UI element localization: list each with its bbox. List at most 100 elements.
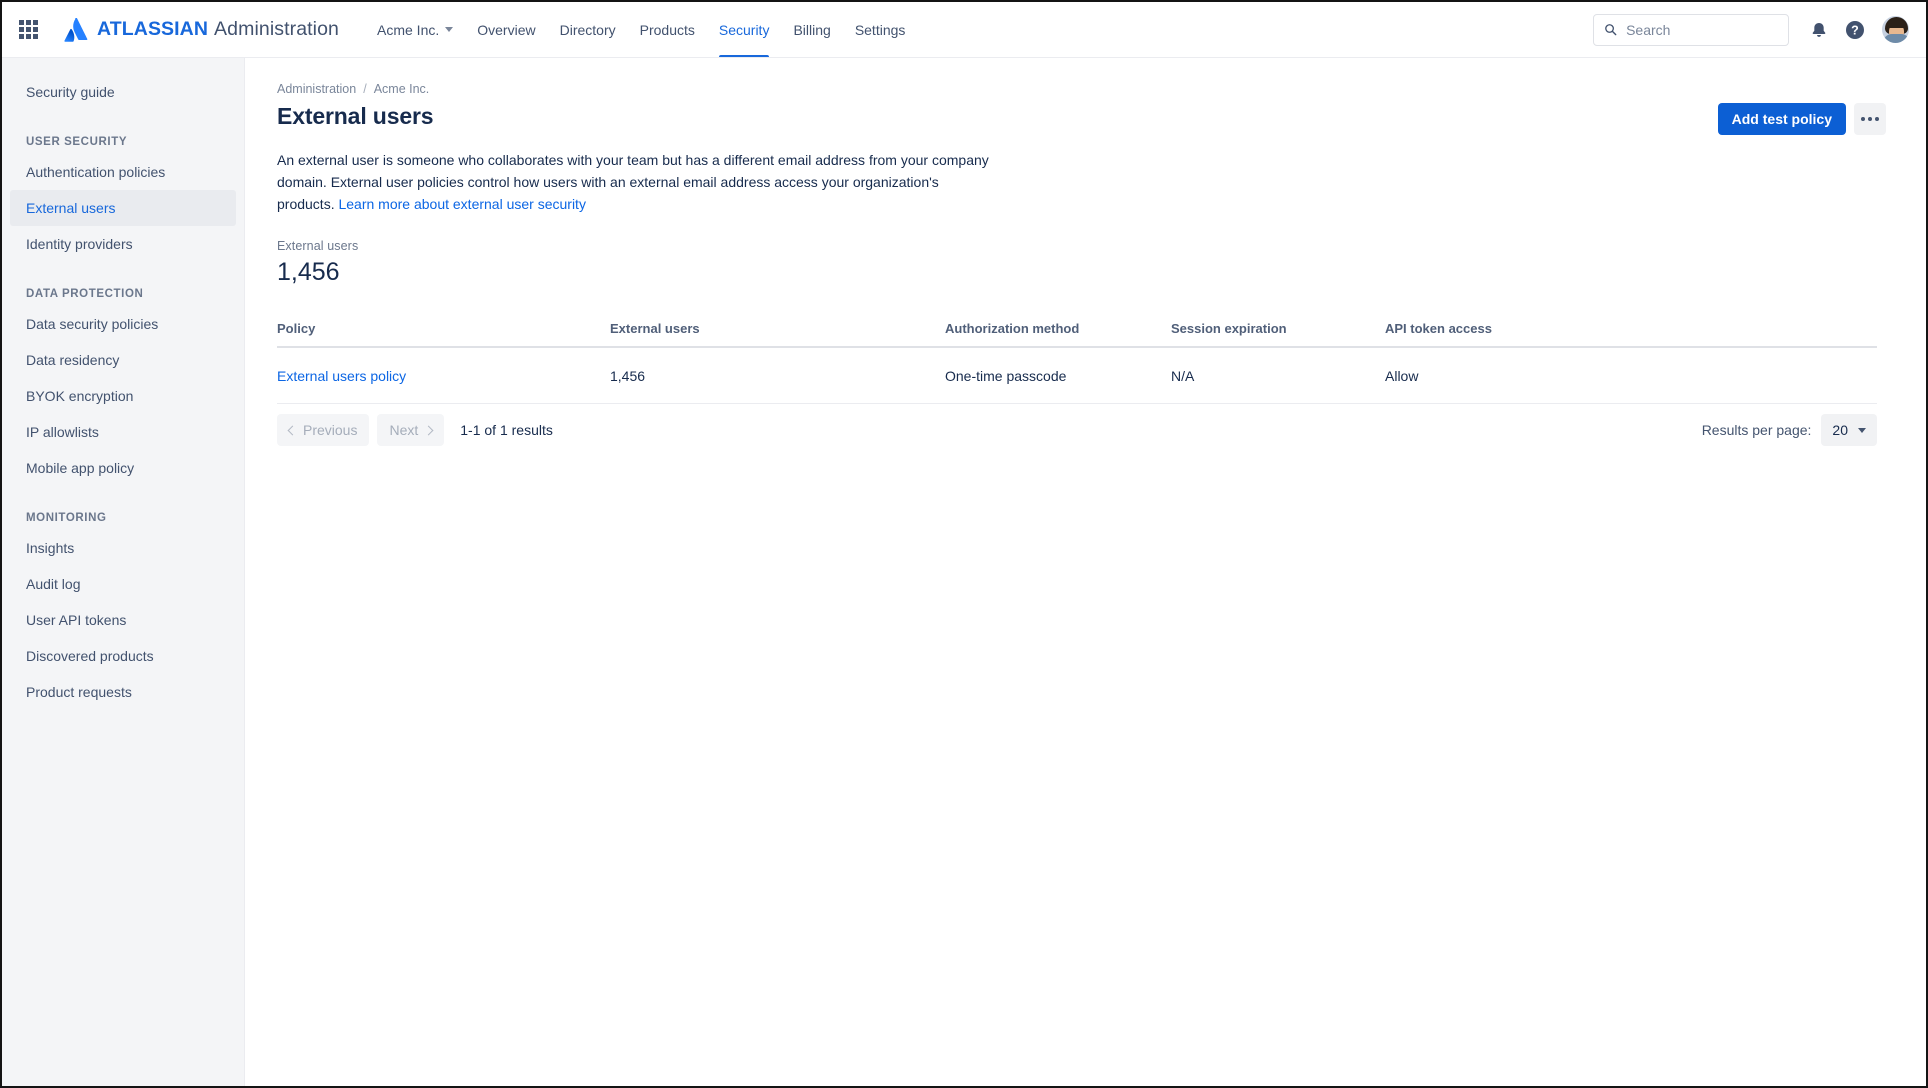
stat-value: 1,456 bbox=[277, 258, 340, 286]
sidebar-heading-monitoring: MONITORING bbox=[26, 512, 107, 524]
brand-name-bold: ATLASSIAN bbox=[97, 18, 209, 40]
global-navigation: ATLASSIAN Administration Acme Inc. Overv… bbox=[2, 2, 1926, 58]
next-page-button[interactable]: Next bbox=[377, 414, 445, 446]
cell-api-token-access: Allow bbox=[1385, 347, 1877, 404]
search-icon bbox=[1605, 24, 1617, 36]
nav-label: Products bbox=[639, 21, 695, 38]
cell-external-users: 1,456 bbox=[610, 347, 945, 404]
column-header-api-token-access: API token access bbox=[1385, 321, 1877, 348]
main-content: Administration / Acme Inc. External user… bbox=[245, 58, 1926, 1086]
svg-text:?: ? bbox=[1851, 23, 1859, 37]
sidebar-heading-data-protection: DATA PROTECTION bbox=[26, 288, 144, 300]
column-header-session-expiration: Session expiration bbox=[1171, 321, 1385, 348]
app-window: ATLASSIAN Administration Acme Inc. Overv… bbox=[0, 0, 1928, 1088]
search-input[interactable] bbox=[1626, 21, 1778, 38]
nav-label: Settings bbox=[854, 21, 906, 38]
sidebar-item-user-api-tokens[interactable]: User API tokens bbox=[10, 602, 236, 638]
question-circle-icon: ? bbox=[1846, 20, 1864, 39]
table-head: Policy External users Authorization meth… bbox=[277, 321, 1877, 348]
cell-session-expiration: N/A bbox=[1171, 347, 1385, 404]
sidebar-item-insights[interactable]: Insights bbox=[10, 530, 236, 566]
external-users-stat: External users 1,456 bbox=[277, 239, 1886, 289]
nav-label: Security bbox=[718, 21, 770, 38]
breadcrumb-administration[interactable]: Administration bbox=[277, 82, 356, 96]
nav-item-billing[interactable]: Billing bbox=[781, 2, 842, 57]
table-body: External users policy 1,456 One-time pas… bbox=[277, 347, 1877, 404]
chevron-right-icon bbox=[423, 425, 434, 435]
bell-icon bbox=[1812, 22, 1826, 37]
external-users-policy-link[interactable]: External users policy bbox=[277, 368, 406, 384]
org-switcher-label: Acme Inc. bbox=[377, 21, 440, 38]
app-switcher-button[interactable] bbox=[12, 14, 44, 46]
org-switcher[interactable]: Acme Inc. bbox=[365, 2, 465, 57]
page-body: Security guide USER SECURITY Authenticat… bbox=[2, 58, 1926, 1086]
avatar-fringe bbox=[1887, 20, 1906, 28]
sidebar-heading-user-security: USER SECURITY bbox=[26, 136, 128, 148]
breadcrumb-separator: / bbox=[363, 82, 367, 96]
table-row: External users policy 1,456 One-time pas… bbox=[277, 347, 1877, 404]
nav-right-cluster: ? bbox=[1593, 13, 1910, 46]
sidebar-item-audit-log[interactable]: Audit log bbox=[10, 566, 236, 602]
sidebar-item-security-guide[interactable]: Security guide bbox=[10, 74, 236, 110]
sidebar-item-identity-providers[interactable]: Identity providers bbox=[10, 226, 236, 262]
nav-item-security[interactable]: Security bbox=[707, 2, 782, 57]
sidebar-item-ip-allowlists[interactable]: IP allowlists bbox=[10, 414, 236, 450]
page-description: An external user is someone who collabor… bbox=[277, 149, 995, 215]
page-title: External users bbox=[277, 103, 434, 129]
column-header-policy: Policy bbox=[277, 321, 610, 348]
ellipsis-dot bbox=[1875, 117, 1879, 121]
table-header-row: Policy External users Authorization meth… bbox=[277, 321, 1877, 348]
nav-item-directory[interactable]: Directory bbox=[548, 2, 628, 57]
grid-icon bbox=[18, 20, 38, 39]
previous-label: Previous bbox=[303, 422, 358, 438]
results-count: 1-1 of 1 results bbox=[460, 422, 553, 438]
page-header-row: External users Add test policy bbox=[277, 101, 1886, 135]
breadcrumb-acme-inc[interactable]: Acme Inc. bbox=[374, 82, 430, 96]
results-per-page-select[interactable]: 20 bbox=[1821, 414, 1877, 446]
page-actions: Add test policy bbox=[1717, 103, 1886, 135]
results-per-page-group: Results per page: 20 bbox=[1702, 414, 1877, 446]
cell-policy-name: External users policy bbox=[277, 347, 610, 404]
sidebar-item-product-requests[interactable]: Product requests bbox=[10, 674, 236, 710]
stat-label: External users bbox=[277, 239, 359, 253]
avatar-body bbox=[1883, 34, 1909, 43]
column-header-authorization-method: Authorization method bbox=[945, 321, 1171, 348]
next-label: Next bbox=[389, 422, 419, 438]
add-test-policy-button[interactable]: Add test policy bbox=[1717, 103, 1846, 135]
nav-item-products[interactable]: Products bbox=[628, 2, 707, 57]
sidebar-item-data-residency[interactable]: Data residency bbox=[10, 342, 236, 378]
atlassian-logo-icon bbox=[64, 17, 88, 42]
pagination-bar: Previous Next 1-1 of 1 results Results p… bbox=[277, 414, 1877, 446]
cell-authorization-method: One-time passcode bbox=[945, 347, 1171, 404]
nav-item-overview[interactable]: Overview bbox=[465, 2, 547, 57]
sidebar-item-discovered-products[interactable]: Discovered products bbox=[10, 638, 236, 674]
breadcrumb: Administration / Acme Inc. bbox=[277, 82, 1886, 96]
primary-nav: Acme Inc. Overview Directory Products Se… bbox=[365, 2, 917, 57]
more-actions-button[interactable] bbox=[1854, 103, 1886, 135]
previous-page-button[interactable]: Previous bbox=[277, 414, 370, 446]
policies-table: Policy External users Authorization meth… bbox=[277, 321, 1877, 404]
chevron-left-icon bbox=[287, 425, 298, 435]
nav-label: Billing bbox=[793, 21, 831, 38]
notifications-button[interactable] bbox=[1803, 14, 1835, 46]
sidebar-item-mobile-app-policy[interactable]: Mobile app policy bbox=[10, 450, 236, 486]
nav-label: Directory bbox=[559, 21, 616, 38]
sidebar-item-authentication-policies[interactable]: Authentication policies bbox=[10, 154, 236, 190]
nav-label: Overview bbox=[477, 21, 536, 38]
sidebar-item-byok-encryption[interactable]: BYOK encryption bbox=[10, 378, 236, 414]
security-sidebar: Security guide USER SECURITY Authenticat… bbox=[2, 58, 245, 1086]
ellipsis-dot bbox=[1861, 117, 1865, 121]
column-header-external-users: External users bbox=[610, 321, 945, 348]
atlassian-administration-logo[interactable]: ATLASSIAN Administration bbox=[64, 17, 339, 42]
sidebar-item-external-users[interactable]: External users bbox=[10, 190, 236, 226]
learn-more-link[interactable]: Learn more about external user security bbox=[338, 196, 585, 212]
user-avatar[interactable] bbox=[1881, 15, 1910, 44]
sidebar-item-data-security-policies[interactable]: Data security policies bbox=[10, 306, 236, 342]
nav-item-settings[interactable]: Settings bbox=[843, 2, 918, 57]
chevron-down-icon bbox=[445, 27, 454, 32]
search-box[interactable] bbox=[1593, 13, 1789, 46]
chevron-down-icon bbox=[1858, 427, 1866, 433]
results-per-page-label: Results per page: bbox=[1701, 422, 1812, 438]
brand-name-rest: Administration bbox=[214, 18, 339, 40]
help-button[interactable]: ? bbox=[1839, 14, 1871, 46]
